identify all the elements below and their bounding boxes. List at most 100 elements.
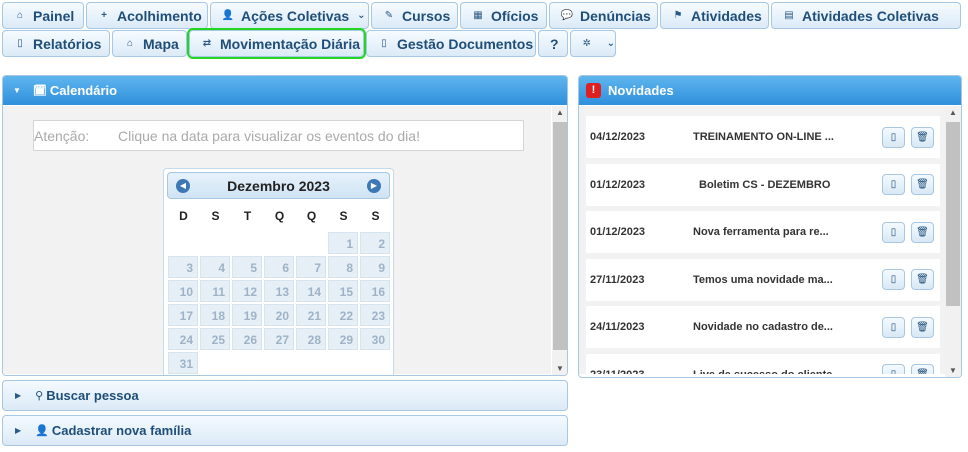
datepicker-header: ◀ Dezembro 2023 ▶: [167, 172, 390, 199]
datepicker: ◀ Dezembro 2023 ▶ D S T Q Q S S 1 2 3 4 5 6 7 8 9 10 11 12…: [163, 168, 394, 375]
news-item: 23/11/2023 Live de sucesso do cliente... ▯…: [586, 353, 940, 375]
nav-button-mapa[interactable]: ⌂ Mapa: [112, 30, 187, 57]
prev-month-icon[interactable]: ◀: [176, 179, 190, 193]
scroll-up-icon[interactable]: ▲: [552, 106, 567, 120]
nav-button-atividades[interactable]: ⚑ Atividades: [660, 2, 769, 29]
calendar-day[interactable]: 21: [296, 304, 326, 326]
news-title[interactable]: Live de sucesso do cliente...: [693, 369, 842, 375]
calendar-day[interactable]: 22: [328, 304, 358, 326]
calendar-day[interactable]: 15: [328, 280, 358, 302]
nav-button-movimentacao-diaria[interactable]: ⇄ Movimentação Diária: [187, 28, 366, 59]
weekday-header: T: [243, 209, 252, 223]
nav-button-acolhimento[interactable]: + Acolhimento: [86, 2, 208, 29]
delete-trash-icon[interactable]: 🗑: [911, 126, 934, 148]
nav-button-acoes-coletivas[interactable]: 👤 Ações Coletivas ⌄: [210, 2, 369, 29]
buscar-pessoa-title: Buscar pessoa: [46, 388, 139, 403]
scrollbar-thumb[interactable]: [946, 122, 960, 306]
next-month-icon[interactable]: ▶: [367, 179, 381, 193]
nav-button-oficios[interactable]: ▦ Ofícios: [460, 2, 547, 29]
calendar-day[interactable]: 20: [264, 304, 294, 326]
calendar-panel-header[interactable]: ▼ 🗓 Calendário: [3, 76, 567, 105]
buscar-pessoa-panel[interactable]: ▶ ⚲ Buscar pessoa: [2, 380, 568, 411]
nav-button-label: Ofícios: [491, 7, 539, 24]
news-item: 27/11/2023 Temos uma novidade ma... ▯ 🗑: [586, 258, 940, 301]
flag-icon: ⚑: [673, 10, 683, 21]
nav-button-denuncias[interactable]: 💬 Denúncias: [549, 2, 658, 29]
calendar-day[interactable]: 27: [264, 328, 294, 350]
weekday-header: S: [339, 209, 348, 223]
calendar-day[interactable]: 6: [264, 256, 294, 278]
calendar-icon: 🗓: [32, 85, 47, 97]
calendar-day[interactable]: 1: [328, 232, 358, 254]
news-item: 24/11/2023 Novidade no cadastro de... ▯ 🗑: [586, 306, 940, 348]
calendar-day[interactable]: 29: [328, 328, 358, 350]
nav-button-atividades-coletivas[interactable]: ▤ Atividades Coletivas: [771, 2, 961, 29]
news-title[interactable]: Novidade no cadastro de...: [693, 321, 833, 333]
view-document-icon[interactable]: ▯: [882, 269, 905, 290]
nav-button-gestao-documentos[interactable]: ▯ Gestão Documentos: [366, 30, 536, 57]
calendar-day[interactable]: 9: [360, 256, 390, 278]
calendar-day[interactable]: 2: [360, 232, 390, 254]
novidades-header: ! Novidades: [579, 76, 961, 105]
calendar-day[interactable]: 5: [232, 256, 262, 278]
news-item: 04/12/2023 TREINAMENTO ON-LINE ... ▯ 🗑: [586, 116, 940, 158]
search-icon: ⚲: [35, 390, 44, 402]
nav-button-label: Atividades: [691, 7, 762, 24]
calendar-day[interactable]: 14: [296, 280, 326, 302]
calendar-day[interactable]: 11: [200, 280, 230, 302]
scrollbar-thumb[interactable]: [553, 122, 567, 350]
weekday-header: D: [179, 209, 188, 223]
calendar-day[interactable]: 3: [168, 256, 198, 278]
scroll-down-icon[interactable]: ▼: [945, 364, 961, 377]
calendar-day[interactable]: 13: [264, 280, 294, 302]
calendar-day[interactable]: 10: [168, 280, 198, 302]
news-title[interactable]: TREINAMENTO ON-LINE ...: [693, 131, 834, 143]
calendar-day[interactable]: 7: [296, 256, 326, 278]
calendar-day[interactable]: 17: [168, 304, 198, 326]
datepicker-month: Dezembro 2023: [227, 177, 330, 194]
calendar-scrollbar[interactable]: ▲ ▼: [552, 106, 567, 375]
news-title[interactable]: Temos uma novidade ma...: [693, 274, 833, 286]
scroll-down-icon[interactable]: ▼: [552, 362, 567, 375]
calendar-day[interactable]: 18: [200, 304, 230, 326]
news-title[interactable]: Boletim CS - DEZEMBRO: [699, 179, 830, 191]
calendar-day[interactable]: 12: [232, 280, 262, 302]
delete-trash-icon[interactable]: 🗑: [911, 269, 934, 290]
view-document-icon[interactable]: ▯: [882, 316, 905, 338]
calendar-day[interactable]: 24: [168, 328, 198, 350]
news-title[interactable]: Nova ferramenta para re...: [693, 226, 829, 238]
weekday-header: Q: [274, 209, 285, 223]
delete-trash-icon[interactable]: 🗑: [911, 221, 934, 243]
calendar-day[interactable]: 16: [360, 280, 390, 302]
nav-button-label: Denúncias: [580, 7, 651, 24]
nav-button-[interactable]: ?: [538, 30, 568, 57]
calendar-day[interactable]: 23: [360, 304, 390, 326]
view-document-icon[interactable]: ▯: [882, 364, 905, 374]
view-document-icon[interactable]: ▯: [882, 126, 905, 148]
nav-button-label: Acolhimento: [117, 7, 202, 24]
nav-button-painel[interactable]: ⌂ Painel: [2, 2, 84, 29]
news-date: 24/11/2023: [590, 321, 645, 333]
delete-trash-icon[interactable]: 🗑: [911, 316, 934, 338]
calendar-day[interactable]: 30: [360, 328, 390, 350]
pencil-icon: ✎: [384, 10, 394, 21]
delete-trash-icon[interactable]: 🗑: [911, 174, 934, 195]
calendar-day[interactable]: 26: [232, 328, 262, 350]
view-document-icon[interactable]: ▯: [882, 221, 905, 243]
cadastrar-familia-panel[interactable]: ▶ 👤 Cadastrar nova família: [2, 415, 568, 446]
calendar-day[interactable]: 25: [200, 328, 230, 350]
attention-label: Atenção:: [34, 127, 90, 144]
calendar-day[interactable]: 31: [168, 352, 198, 374]
nav-button-relatorios[interactable]: ▯ Relatórios: [2, 30, 110, 57]
novidades-title: Novidades: [608, 83, 674, 98]
calendar-day[interactable]: 4: [200, 256, 230, 278]
nav-button-cursos[interactable]: ✎ Cursos: [371, 2, 458, 29]
calendar-day[interactable]: 19: [232, 304, 262, 326]
novidades-scrollbar[interactable]: ▲ ▼: [945, 106, 961, 377]
calendar-day[interactable]: 28: [296, 328, 326, 350]
delete-trash-icon[interactable]: 🗑: [911, 364, 934, 374]
nav-button-settings[interactable]: ✲ ⌄: [570, 30, 616, 57]
calendar-day[interactable]: 8: [328, 256, 358, 278]
view-document-icon[interactable]: ▯: [882, 174, 905, 195]
scroll-up-icon[interactable]: ▲: [945, 106, 961, 120]
